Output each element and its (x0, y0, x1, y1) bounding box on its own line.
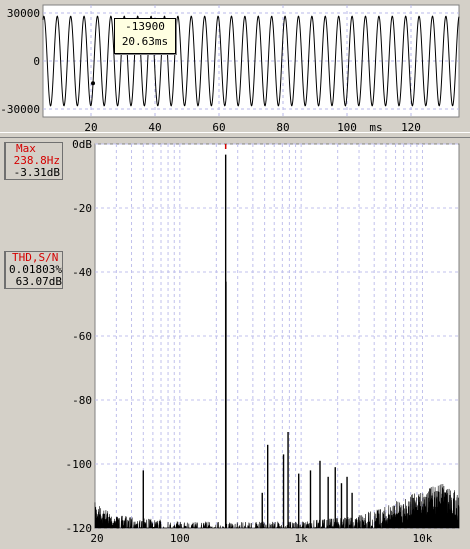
spectrum-y-tick-label: -100 (66, 458, 93, 471)
spectrum-x-tick-label: 20 (90, 532, 103, 545)
spectrum-y-tick-label: 0dB (72, 138, 92, 151)
waveform-y-tick-label: 0 (33, 55, 40, 68)
chart-canvas: 300000-3000020 40 60 80 100 120ms0dB-20-40-60… (0, 4, 460, 545)
spectrum-y-tick-label: -40 (72, 266, 92, 279)
spectrum-y-tick-label: -80 (72, 394, 92, 407)
spectrum-y-tick-label: -120 (66, 522, 93, 535)
pane-splitter[interactable] (0, 132, 470, 138)
spectrum-x-tick-label: 10k (413, 532, 433, 545)
analyzer-window: 30000 0 -30000 20 40 60 80 100 120 ms 0dB -20 -40 -60… (0, 0, 470, 549)
sn-value: 63.07dB (15, 275, 62, 288)
tooltip-time: 20.63ms (121, 35, 169, 48)
spectrum-y-tick-label: -60 (72, 330, 92, 343)
max-level: -3.31dB (13, 166, 60, 179)
waveform-y-tick-label: -30000 (0, 103, 40, 116)
tooltip-value: -13900 (125, 20, 165, 33)
spectrum-y-tick-label: -20 (72, 202, 92, 215)
spectrum-x-tick-label: 100 (170, 532, 190, 545)
waveform-y-tick-label: 30000 (7, 7, 40, 20)
waveform-cursor-point (91, 81, 96, 86)
spectrum-x-tick-label: 1k (295, 532, 309, 545)
cursor-tooltip: -13900 20.63ms (114, 18, 176, 54)
